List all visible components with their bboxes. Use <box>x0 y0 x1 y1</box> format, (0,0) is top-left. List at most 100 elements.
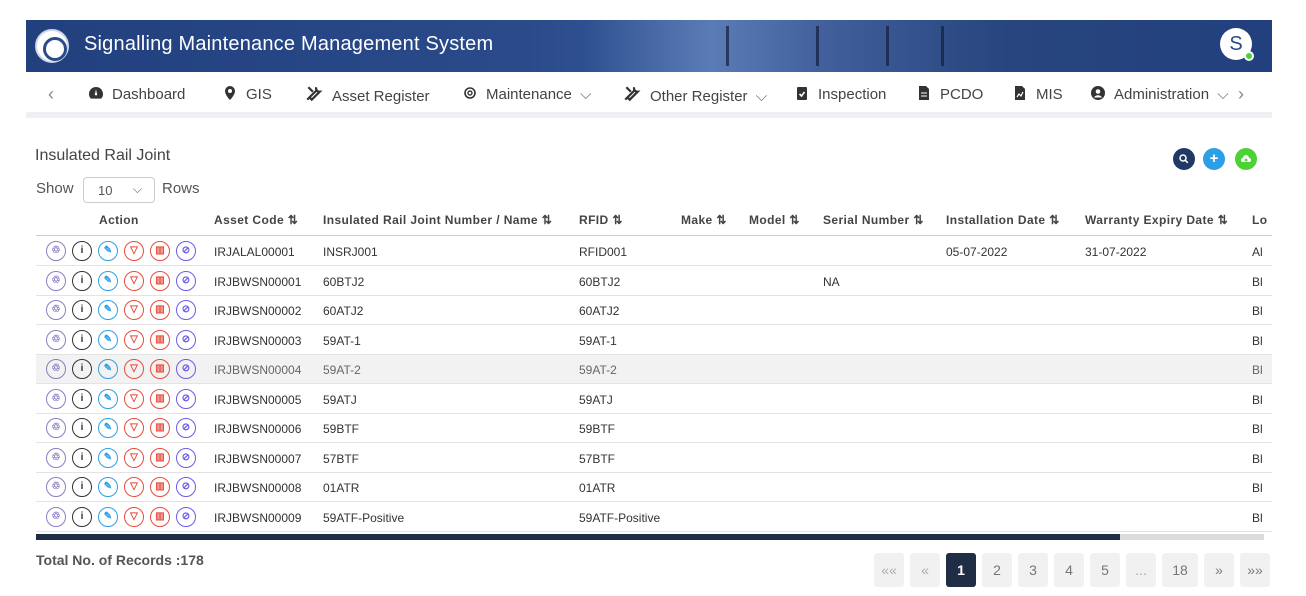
table-row[interactable]: ♲ i ✎ ▽ ▥ ⊘ IRJBWSN00008 01ATR 01ATR Bl <box>36 473 1272 502</box>
info-button[interactable]: i <box>72 241 92 261</box>
last-page-button[interactable]: »» <box>1240 553 1270 587</box>
column-header-irj-name[interactable]: Insulated Rail Joint Number / Name ⇅ <box>323 213 552 227</box>
info-button[interactable]: i <box>72 270 92 291</box>
info-button[interactable]: i <box>72 329 92 350</box>
attachment-button[interactable]: ⊘ <box>176 270 196 291</box>
attachment-button[interactable]: ⊘ <box>176 241 196 261</box>
info-button[interactable]: i <box>72 447 92 468</box>
info-button[interactable]: i <box>72 506 92 527</box>
info-button[interactable]: i <box>72 359 92 379</box>
nav-next-arrow[interactable]: › <box>1238 84 1244 105</box>
thumbs-down-button[interactable]: ▽ <box>124 270 144 291</box>
thumbs-down-button[interactable]: ▽ <box>124 329 144 350</box>
transfer-button[interactable]: ♲ <box>46 300 66 320</box>
attachment-button[interactable]: ⊘ <box>176 388 196 409</box>
thumbs-down-button[interactable]: ▽ <box>124 359 144 379</box>
page-button-3[interactable]: 3 <box>1018 553 1048 587</box>
trash-button[interactable]: ▥ <box>150 506 170 527</box>
nav-item-maintenance[interactable]: Maintenance ⌵ <box>462 85 591 103</box>
table-row[interactable]: ♲ i ✎ ▽ ▥ ⊘ IRJBWSN00007 57BTF 57BTF Bl <box>36 444 1272 473</box>
edit-button[interactable]: ✎ <box>98 300 118 320</box>
transfer-button[interactable]: ♲ <box>46 447 66 468</box>
column-header-serial-number[interactable]: Serial Number ⇅ <box>823 213 924 227</box>
transfer-button[interactable]: ♲ <box>46 477 66 497</box>
horizontal-scrollbar[interactable] <box>36 534 1264 540</box>
attachment-button[interactable]: ⊘ <box>176 477 196 497</box>
attachment-button[interactable]: ⊘ <box>176 447 196 468</box>
search-button[interactable] <box>1173 148 1195 170</box>
page-button-5[interactable]: 5 <box>1090 553 1120 587</box>
transfer-button[interactable]: ♲ <box>46 241 66 261</box>
edit-button[interactable]: ✎ <box>98 329 118 350</box>
page-button-2[interactable]: 2 <box>982 553 1012 587</box>
thumbs-down-button[interactable]: ▽ <box>124 300 144 320</box>
trash-button[interactable]: ▥ <box>150 329 170 350</box>
table-row[interactable]: ♲ i ✎ ▽ ▥ ⊘ IRJBWSN00006 59BTF 59BTF Bl <box>36 414 1272 443</box>
attachment-button[interactable]: ⊘ <box>176 300 196 320</box>
user-avatar[interactable]: S <box>1220 28 1254 61</box>
info-button[interactable]: i <box>72 418 92 438</box>
page-button-4[interactable]: 4 <box>1054 553 1084 587</box>
next-page-button[interactable]: » <box>1204 553 1234 587</box>
column-header-location[interactable]: Lo <box>1252 213 1267 227</box>
trash-button[interactable]: ▥ <box>150 477 170 497</box>
table-row[interactable]: ♲ i ✎ ▽ ▥ ⊘ IRJALAL00001 INSRJ001 RFID001 05-07-2… <box>36 237 1272 266</box>
edit-button[interactable]: ✎ <box>98 447 118 468</box>
nav-item-other-register[interactable]: Other Register ⌵ <box>622 85 767 105</box>
prev-page-button[interactable]: « <box>910 553 940 587</box>
thumbs-down-button[interactable]: ▽ <box>124 506 144 527</box>
column-header-model[interactable]: Model ⇅ <box>749 213 800 227</box>
edit-button[interactable]: ✎ <box>98 359 118 379</box>
transfer-button[interactable]: ♲ <box>46 506 66 527</box>
first-page-button[interactable]: «« <box>874 553 904 587</box>
edit-button[interactable]: ✎ <box>98 388 118 409</box>
edit-button[interactable]: ✎ <box>98 477 118 497</box>
transfer-button[interactable]: ♲ <box>46 418 66 438</box>
attachment-button[interactable]: ⊘ <box>176 359 196 379</box>
trash-button[interactable]: ▥ <box>150 359 170 379</box>
transfer-button[interactable]: ♲ <box>46 329 66 350</box>
thumbs-down-button[interactable]: ▽ <box>124 447 144 468</box>
nav-item-inspection[interactable]: Inspection <box>794 85 886 103</box>
attachment-button[interactable]: ⊘ <box>176 418 196 438</box>
table-row[interactable]: ♲ i ✎ ▽ ▥ ⊘ IRJBWSN00002 60ATJ2 60ATJ2 Bl <box>36 296 1272 325</box>
nav-prev-arrow[interactable]: ‹ <box>48 84 54 105</box>
transfer-button[interactable]: ♲ <box>46 270 66 291</box>
column-header-make[interactable]: Make ⇅ <box>681 213 727 227</box>
column-header-installation-date[interactable]: Installation Date ⇅ <box>946 213 1060 227</box>
table-row[interactable]: ♲ i ✎ ▽ ▥ ⊘ IRJBWSN00004 59AT-2 59AT-2 Bl <box>36 355 1272 384</box>
info-button[interactable]: i <box>72 388 92 409</box>
trash-button[interactable]: ▥ <box>150 388 170 409</box>
trash-button[interactable]: ▥ <box>150 270 170 291</box>
scrollbar-thumb[interactable] <box>36 534 1120 540</box>
column-header-rfid[interactable]: RFID ⇅ <box>579 213 623 227</box>
transfer-button[interactable]: ♲ <box>46 359 66 379</box>
table-row[interactable]: ♲ i ✎ ▽ ▥ ⊘ IRJBWSN00001 60BTJ2 60BTJ2 NA Bl <box>36 267 1272 296</box>
upload-button[interactable] <box>1235 148 1257 170</box>
thumbs-down-button[interactable]: ▽ <box>124 418 144 438</box>
nav-item-asset-register[interactable]: Asset Register <box>304 85 430 105</box>
info-button[interactable]: i <box>72 477 92 497</box>
attachment-button[interactable]: ⊘ <box>176 329 196 350</box>
trash-button[interactable]: ▥ <box>150 300 170 320</box>
rows-per-page-select[interactable]: 10 ⌵ <box>83 177 155 203</box>
page-button-18[interactable]: 18 <box>1162 553 1198 587</box>
thumbs-down-button[interactable]: ▽ <box>124 388 144 409</box>
page-button-1[interactable]: 1 <box>946 553 976 587</box>
attachment-button[interactable]: ⊘ <box>176 506 196 527</box>
edit-button[interactable]: ✎ <box>98 270 118 291</box>
table-row[interactable]: ♲ i ✎ ▽ ▥ ⊘ IRJBWSN00005 59ATJ 59ATJ Bl <box>36 385 1272 414</box>
nav-item-gis[interactable]: GIS <box>222 85 272 103</box>
edit-button[interactable]: ✎ <box>98 241 118 261</box>
edit-button[interactable]: ✎ <box>98 506 118 527</box>
thumbs-down-button[interactable]: ▽ <box>124 477 144 497</box>
nav-item-mis[interactable]: MIS <box>1012 85 1063 103</box>
nav-item-dashboard[interactable]: Dashboard <box>88 85 185 103</box>
nav-item-pcdo[interactable]: PCDO <box>916 85 983 103</box>
nav-item-administration[interactable]: Administration ⌵ <box>1090 85 1229 103</box>
column-header-warranty-expiry-date[interactable]: Warranty Expiry Date ⇅ <box>1085 213 1228 227</box>
trash-button[interactable]: ▥ <box>150 241 170 261</box>
info-button[interactable]: i <box>72 300 92 320</box>
column-header-asset-code[interactable]: Asset Code ⇅ <box>214 213 298 227</box>
table-row[interactable]: ♲ i ✎ ▽ ▥ ⊘ IRJBWSN00009 59ATF-Positive 59ATF-Po… <box>36 503 1272 532</box>
